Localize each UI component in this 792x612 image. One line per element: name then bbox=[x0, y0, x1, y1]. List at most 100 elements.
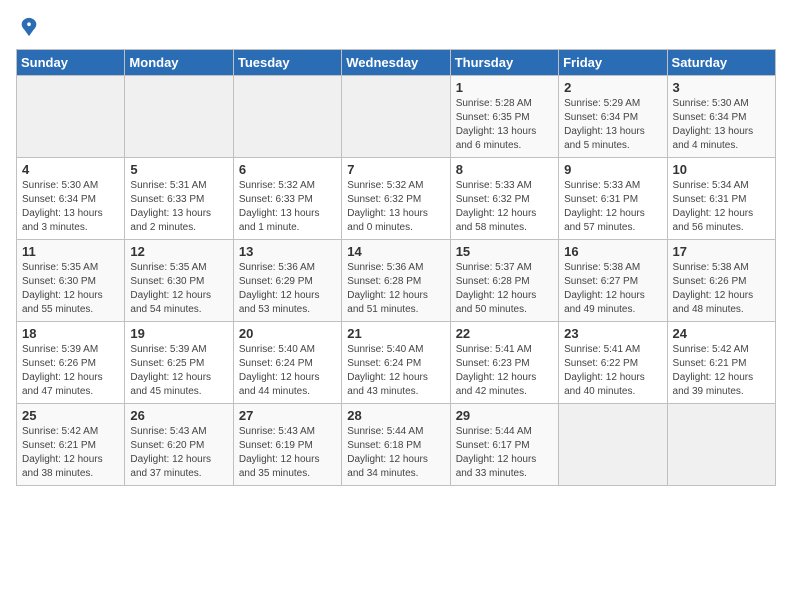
day-number: 10 bbox=[673, 162, 770, 177]
day-info: Sunrise: 5:40 AM Sunset: 6:24 PM Dayligh… bbox=[239, 343, 336, 399]
calendar-table: SundayMondayTuesdayWednesdayThursdayFrid… bbox=[16, 49, 776, 486]
calendar-cell bbox=[559, 403, 667, 485]
day-number: 21 bbox=[347, 326, 444, 341]
day-number: 1 bbox=[456, 80, 553, 95]
day-info: Sunrise: 5:35 AM Sunset: 6:30 PM Dayligh… bbox=[130, 261, 227, 317]
calendar-week-1: 1 Sunrise: 5:28 AM Sunset: 6:35 PM Daylig… bbox=[17, 75, 776, 157]
day-number: 8 bbox=[456, 162, 553, 177]
calendar-cell: 10 Sunrise: 5:34 AM Sunset: 6:31 PM Dayli… bbox=[667, 157, 775, 239]
day-info: Sunrise: 5:33 AM Sunset: 6:32 PM Dayligh… bbox=[456, 179, 553, 235]
page-header bbox=[16, 16, 776, 43]
day-number: 23 bbox=[564, 326, 661, 341]
calendar-cell bbox=[125, 75, 233, 157]
day-info: Sunrise: 5:41 AM Sunset: 6:22 PM Dayligh… bbox=[564, 343, 661, 399]
calendar-cell: 1 Sunrise: 5:28 AM Sunset: 6:35 PM Daylig… bbox=[450, 75, 558, 157]
calendar-cell: 8 Sunrise: 5:33 AM Sunset: 6:32 PM Daylig… bbox=[450, 157, 558, 239]
calendar-cell: 26 Sunrise: 5:43 AM Sunset: 6:20 PM Dayli… bbox=[125, 403, 233, 485]
calendar-cell: 4 Sunrise: 5:30 AM Sunset: 6:34 PM Daylig… bbox=[17, 157, 125, 239]
day-info: Sunrise: 5:32 AM Sunset: 6:32 PM Dayligh… bbox=[347, 179, 444, 235]
calendar-cell: 23 Sunrise: 5:41 AM Sunset: 6:22 PM Dayli… bbox=[559, 321, 667, 403]
day-number: 13 bbox=[239, 244, 336, 259]
calendar-cell: 3 Sunrise: 5:30 AM Sunset: 6:34 PM Daylig… bbox=[667, 75, 775, 157]
day-info: Sunrise: 5:39 AM Sunset: 6:25 PM Dayligh… bbox=[130, 343, 227, 399]
calendar-cell: 25Sunrise: 5:42 AM Sunset: 6:21 PM Dayli… bbox=[17, 403, 125, 485]
day-info: Sunrise: 5:38 AM Sunset: 6:26 PM Dayligh… bbox=[673, 261, 770, 317]
day-info: Sunrise: 5:33 AM Sunset: 6:31 PM Dayligh… bbox=[564, 179, 661, 235]
calendar-cell: 24 Sunrise: 5:42 AM Sunset: 6:21 PM Dayli… bbox=[667, 321, 775, 403]
day-number: 20 bbox=[239, 326, 336, 341]
calendar-cell: 19 Sunrise: 5:39 AM Sunset: 6:25 PM Dayli… bbox=[125, 321, 233, 403]
day-info: Sunrise: 5:42 AM Sunset: 6:21 PM Dayligh… bbox=[673, 343, 770, 399]
day-number: 7 bbox=[347, 162, 444, 177]
calendar-cell bbox=[233, 75, 341, 157]
calendar-week-2: 4 Sunrise: 5:30 AM Sunset: 6:34 PM Daylig… bbox=[17, 157, 776, 239]
day-number: 19 bbox=[130, 326, 227, 341]
day-number: 6 bbox=[239, 162, 336, 177]
day-number: 5 bbox=[130, 162, 227, 177]
calendar-cell: 2Sunrise: 5:29 AM Sunset: 6:34 PM Daylig… bbox=[559, 75, 667, 157]
calendar-cell bbox=[667, 403, 775, 485]
day-info: Sunrise: 5:38 AM Sunset: 6:27 PM Dayligh… bbox=[564, 261, 661, 317]
calendar-cell: 28 Sunrise: 5:44 AM Sunset: 6:18 PM Dayli… bbox=[342, 403, 450, 485]
logo-text bbox=[16, 16, 40, 43]
calendar-cell bbox=[17, 75, 125, 157]
day-number: 17 bbox=[673, 244, 770, 259]
logo bbox=[16, 16, 40, 43]
day-info: Sunrise: 5:34 AM Sunset: 6:31 PM Dayligh… bbox=[673, 179, 770, 235]
day-info: Sunrise: 5:39 AM Sunset: 6:26 PM Dayligh… bbox=[22, 343, 119, 399]
day-info: Sunrise: 5:28 AM Sunset: 6:35 PM Dayligh… bbox=[456, 97, 553, 153]
day-number: 12 bbox=[130, 244, 227, 259]
day-info: Sunrise: 5:44 AM Sunset: 6:18 PM Dayligh… bbox=[347, 425, 444, 481]
weekday-header-wednesday: Wednesday bbox=[342, 49, 450, 75]
day-number: 25 bbox=[22, 408, 119, 423]
weekday-header-saturday: Saturday bbox=[667, 49, 775, 75]
weekday-header-friday: Friday bbox=[559, 49, 667, 75]
calendar-cell: 5 Sunrise: 5:31 AM Sunset: 6:33 PM Daylig… bbox=[125, 157, 233, 239]
day-number: 29 bbox=[456, 408, 553, 423]
calendar-cell: 11Sunrise: 5:35 AM Sunset: 6:30 PM Dayli… bbox=[17, 239, 125, 321]
weekday-header-sunday: Sunday bbox=[17, 49, 125, 75]
day-info: Sunrise: 5:36 AM Sunset: 6:28 PM Dayligh… bbox=[347, 261, 444, 317]
calendar-cell: 20 Sunrise: 5:40 AM Sunset: 6:24 PM Dayli… bbox=[233, 321, 341, 403]
calendar-cell: 29 Sunrise: 5:44 AM Sunset: 6:17 PM Dayli… bbox=[450, 403, 558, 485]
day-number: 9 bbox=[564, 162, 661, 177]
weekday-header-monday: Monday bbox=[125, 49, 233, 75]
day-number: 4 bbox=[22, 162, 119, 177]
day-number: 28 bbox=[347, 408, 444, 423]
day-number: 3 bbox=[673, 80, 770, 95]
day-number: 16 bbox=[564, 244, 661, 259]
calendar-cell: 16 Sunrise: 5:38 AM Sunset: 6:27 PM Dayli… bbox=[559, 239, 667, 321]
day-info: Sunrise: 5:30 AM Sunset: 6:34 PM Dayligh… bbox=[22, 179, 119, 235]
day-info: Sunrise: 5:44 AM Sunset: 6:17 PM Dayligh… bbox=[456, 425, 553, 481]
day-number: 18 bbox=[22, 326, 119, 341]
calendar-cell: 21 Sunrise: 5:40 AM Sunset: 6:24 PM Dayli… bbox=[342, 321, 450, 403]
day-info: Sunrise: 5:30 AM Sunset: 6:34 PM Dayligh… bbox=[673, 97, 770, 153]
calendar-cell: 27 Sunrise: 5:43 AM Sunset: 6:19 PM Dayli… bbox=[233, 403, 341, 485]
day-info: Sunrise: 5:31 AM Sunset: 6:33 PM Dayligh… bbox=[130, 179, 227, 235]
day-info: Sunrise: 5:29 AM Sunset: 6:34 PM Dayligh… bbox=[564, 97, 661, 153]
day-info: Sunrise: 5:43 AM Sunset: 6:19 PM Dayligh… bbox=[239, 425, 336, 481]
calendar-cell: 9 Sunrise: 5:33 AM Sunset: 6:31 PM Daylig… bbox=[559, 157, 667, 239]
calendar-week-4: 18 Sunrise: 5:39 AM Sunset: 6:26 PM Dayli… bbox=[17, 321, 776, 403]
logo-icon bbox=[18, 16, 40, 38]
day-info: Sunrise: 5:36 AM Sunset: 6:29 PM Dayligh… bbox=[239, 261, 336, 317]
calendar-cell: 15 Sunrise: 5:37 AM Sunset: 6:28 PM Dayli… bbox=[450, 239, 558, 321]
calendar-cell: 22Sunrise: 5:41 AM Sunset: 6:23 PM Dayli… bbox=[450, 321, 558, 403]
weekday-header-thursday: Thursday bbox=[450, 49, 558, 75]
calendar-cell: 6 Sunrise: 5:32 AM Sunset: 6:33 PM Daylig… bbox=[233, 157, 341, 239]
calendar-cell: 14Sunrise: 5:36 AM Sunset: 6:28 PM Dayli… bbox=[342, 239, 450, 321]
day-number: 26 bbox=[130, 408, 227, 423]
day-info: Sunrise: 5:40 AM Sunset: 6:24 PM Dayligh… bbox=[347, 343, 444, 399]
day-number: 27 bbox=[239, 408, 336, 423]
day-info: Sunrise: 5:37 AM Sunset: 6:28 PM Dayligh… bbox=[456, 261, 553, 317]
calendar-week-5: 25Sunrise: 5:42 AM Sunset: 6:21 PM Dayli… bbox=[17, 403, 776, 485]
day-number: 11 bbox=[22, 244, 119, 259]
calendar-cell bbox=[342, 75, 450, 157]
day-number: 24 bbox=[673, 326, 770, 341]
day-info: Sunrise: 5:41 AM Sunset: 6:23 PM Dayligh… bbox=[456, 343, 553, 399]
day-info: Sunrise: 5:32 AM Sunset: 6:33 PM Dayligh… bbox=[239, 179, 336, 235]
day-number: 15 bbox=[456, 244, 553, 259]
calendar-cell: 17 Sunrise: 5:38 AM Sunset: 6:26 PM Dayli… bbox=[667, 239, 775, 321]
weekday-header-row: SundayMondayTuesdayWednesdayThursdayFrid… bbox=[17, 49, 776, 75]
day-info: Sunrise: 5:43 AM Sunset: 6:20 PM Dayligh… bbox=[130, 425, 227, 481]
